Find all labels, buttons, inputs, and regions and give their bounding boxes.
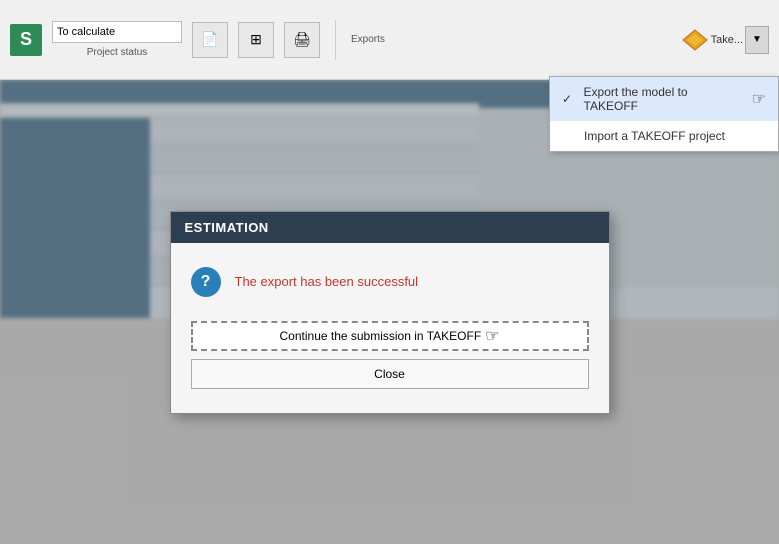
separator-1: [335, 20, 336, 60]
icon-btn-3[interactable]: 🖨: [284, 22, 320, 58]
modal-message-row: ? The export has been successful: [191, 267, 589, 297]
modal-body: ? The export has been successful Continu…: [171, 243, 609, 413]
close-button[interactable]: Close: [191, 359, 589, 389]
document-icon: 📄: [201, 31, 218, 48]
cursor-icon: ☞: [752, 89, 766, 109]
estimation-modal: ESTIMATION ? The export has been success…: [170, 211, 610, 414]
project-status-label: Project status: [52, 47, 182, 58]
icon-btn-1[interactable]: 📄: [192, 22, 228, 58]
continue-btn-label: Continue the submission in TAKEOFF: [280, 329, 482, 343]
calculate-input[interactable]: [52, 21, 182, 43]
modal-title: ESTIMATION: [185, 220, 269, 235]
exports-label: Exports: [351, 34, 385, 45]
modal-success-message: The export has been successful: [235, 274, 419, 289]
calculate-input-group: Project status: [52, 21, 182, 58]
chevron-down-icon: ▼: [752, 34, 762, 45]
takeoff-dropdown-menu: ✓ Export the model to TAKEOFF ☞ Import a…: [549, 76, 779, 152]
question-mark: ?: [201, 273, 211, 291]
checkmark-icon: ✓: [562, 92, 576, 106]
takeoff-button-group[interactable]: Take... ▼ ✓ Export the model to TAKEOFF …: [679, 26, 769, 54]
import-project-label: Import a TAKEOFF project: [584, 129, 725, 143]
print-icon: 🖨: [293, 31, 311, 48]
export-model-label: Export the model to TAKEOFF: [584, 85, 740, 113]
takeoff-dropdown-arrow[interactable]: ▼: [745, 26, 769, 54]
toolbar: S Project status 📄 ⊞ 🖨 Exports Take... ▼…: [0, 0, 779, 80]
grid-icon: ⊞: [250, 31, 262, 48]
modal-title-bar: ESTIMATION: [171, 212, 609, 243]
takeoff-label: Take...: [711, 34, 743, 46]
import-project-menu-item[interactable]: Import a TAKEOFF project: [550, 121, 778, 151]
continue-submission-button[interactable]: Continue the submission in TAKEOFF ☞: [191, 321, 589, 351]
export-model-menu-item[interactable]: ✓ Export the model to TAKEOFF ☞: [550, 77, 778, 121]
icon-btn-2[interactable]: ⊞: [238, 22, 274, 58]
app-logo: S: [10, 24, 42, 56]
close-btn-label: Close: [374, 367, 405, 381]
cursor-icon-modal: ☞: [485, 326, 499, 346]
takeoff-diamond-icon: [679, 26, 711, 54]
info-icon: ?: [191, 267, 221, 297]
